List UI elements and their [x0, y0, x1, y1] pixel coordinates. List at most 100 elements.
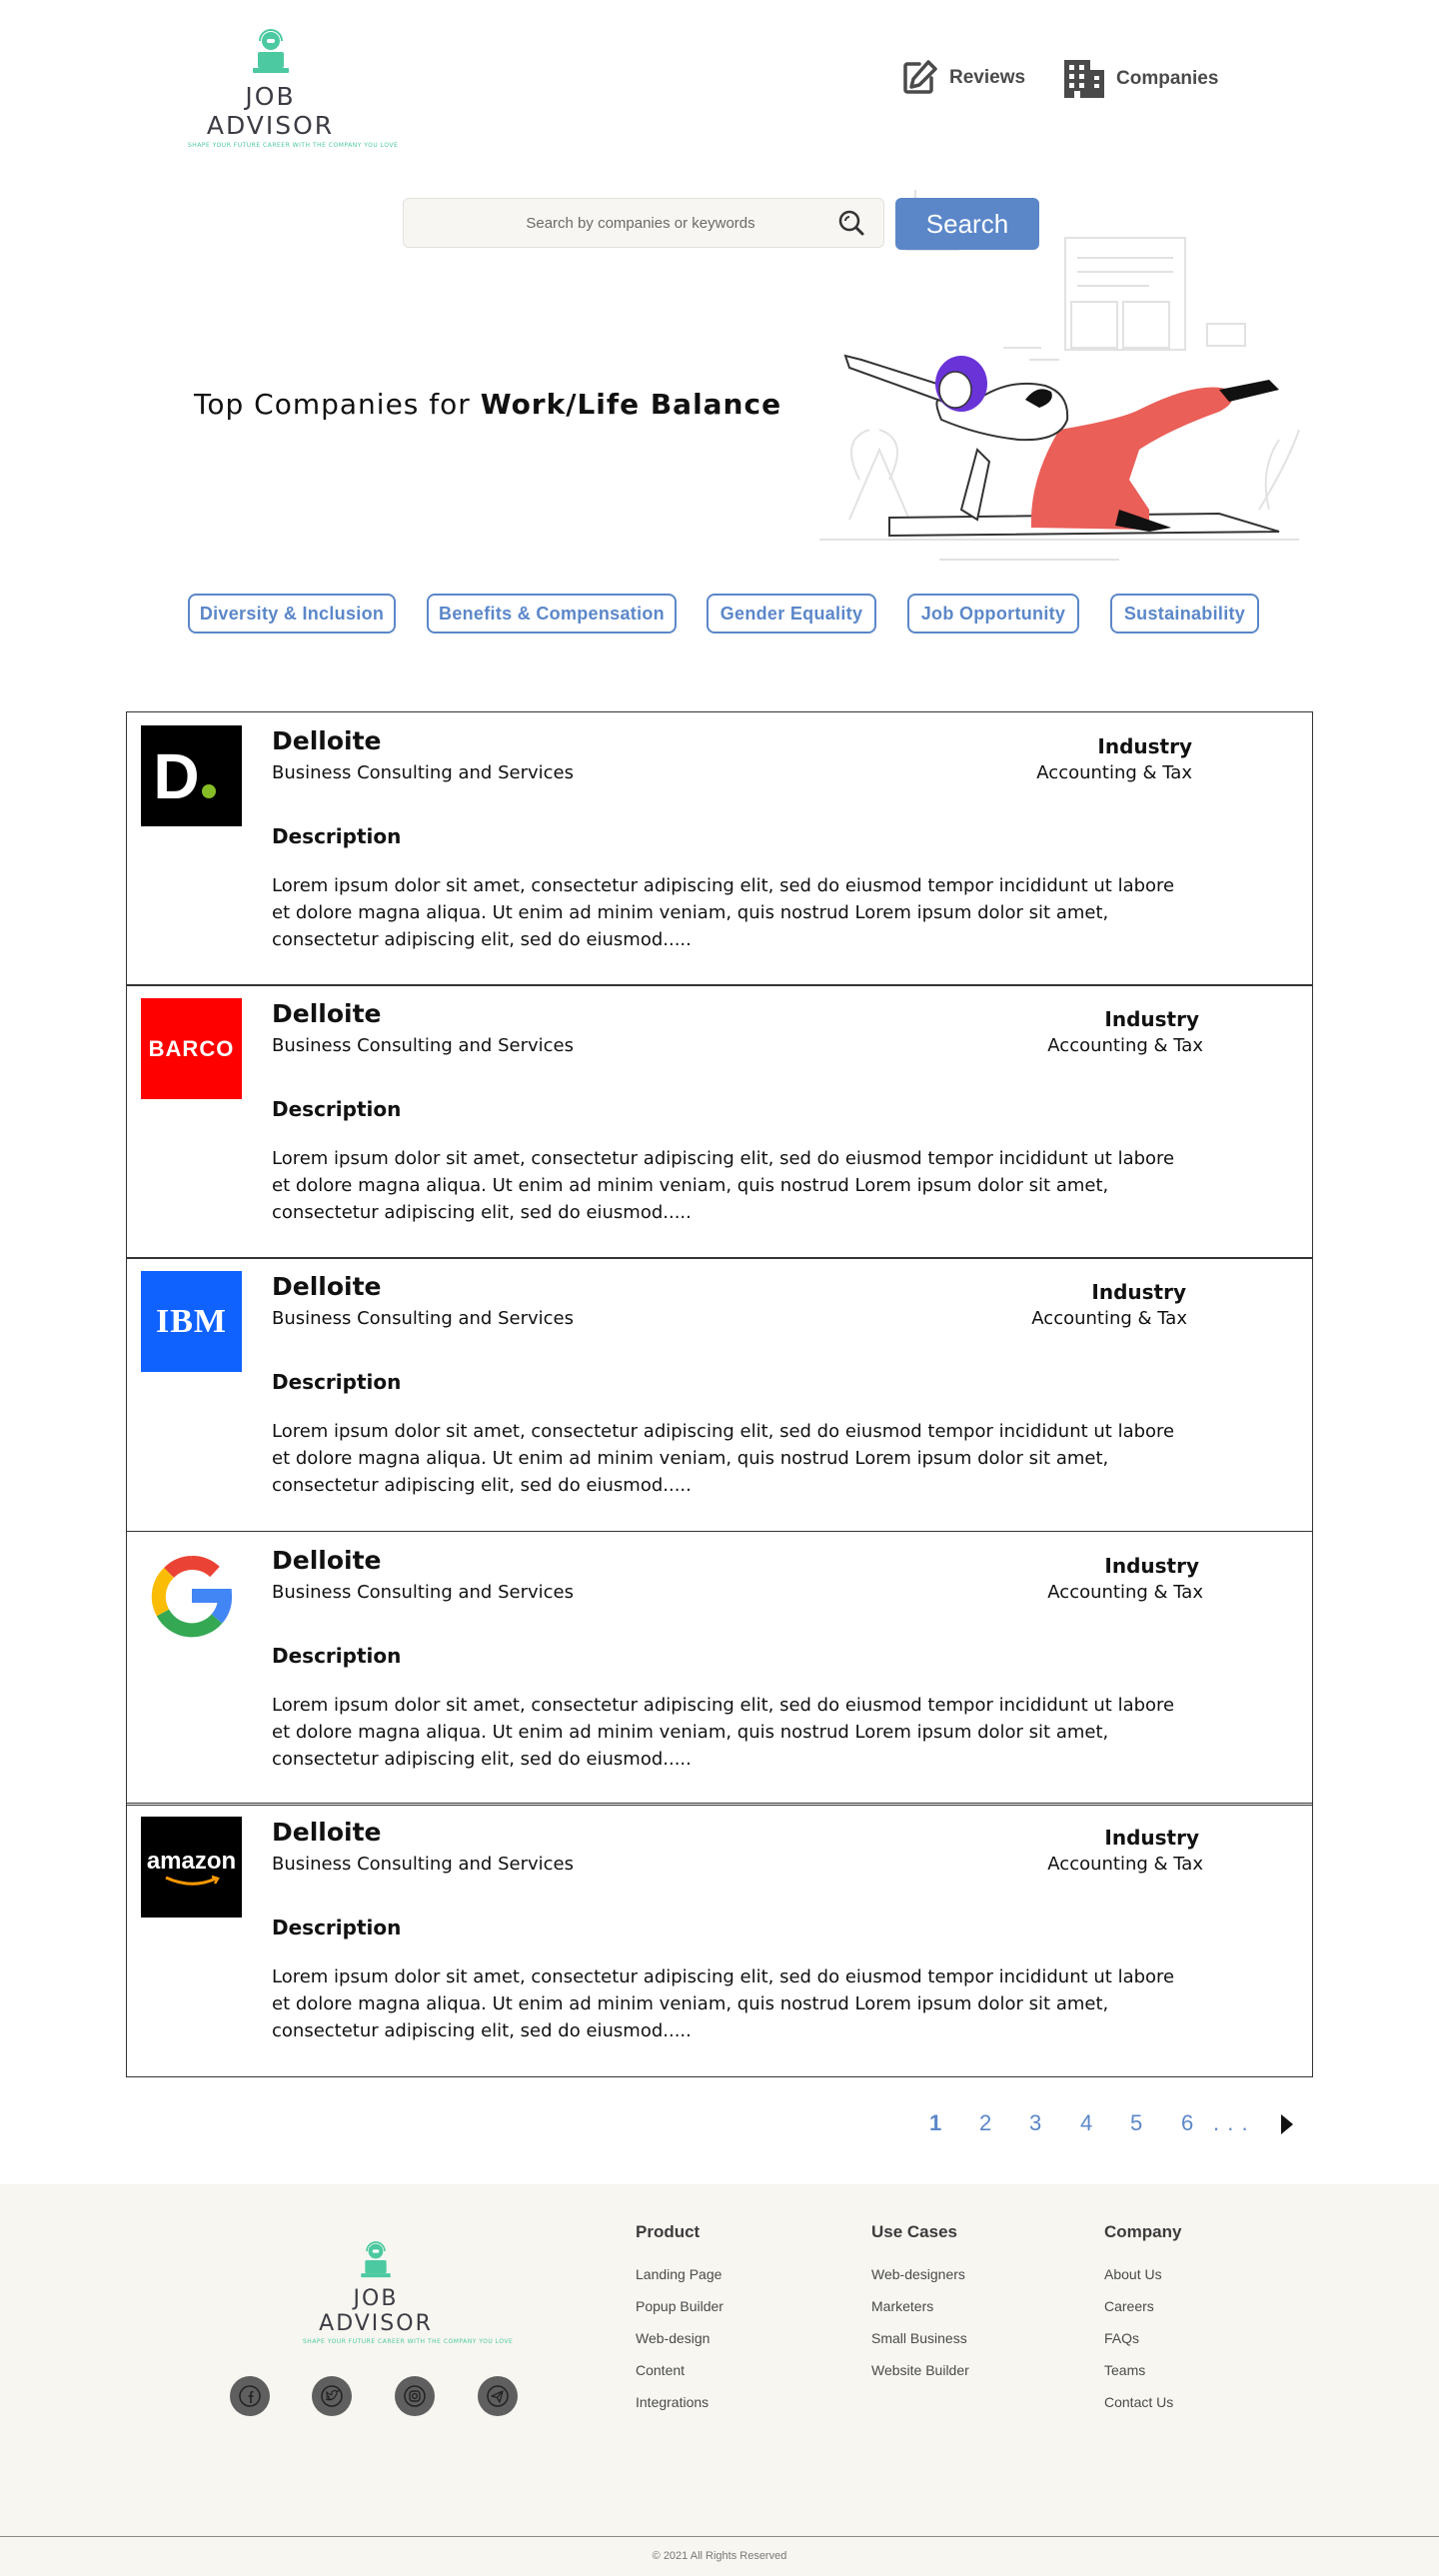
industry-value: Accounting & Tax: [1047, 1035, 1203, 1056]
brand-name: JOB ADVISOR: [206, 82, 335, 140]
brand-logo[interactable]: JOB ADVISOR SHAPE YOUR FUTURE CAREER WIT…: [188, 28, 398, 149]
category-benefits-compensation[interactable]: Benefits & Compensation: [427, 594, 677, 634]
industry-label: Industry: [1097, 734, 1192, 758]
page-4[interactable]: 4: [1080, 2110, 1092, 2136]
hero-title-bold: Work/Life Balance: [480, 388, 782, 421]
footer-brand-logo[interactable]: JOB ADVISOR SHAPE YOUR FUTURE CAREER WIT…: [303, 2240, 514, 2345]
industry-value: Accounting & Tax: [1036, 762, 1192, 783]
footer-column-title: Use Cases: [871, 2222, 958, 2241]
hero-title-prefix: Top Companies for: [194, 388, 481, 421]
ibm-logo: IBM: [141, 1271, 242, 1372]
deloitte-logo: D: [141, 725, 242, 826]
nav-companies[interactable]: Companies: [1062, 58, 1218, 100]
google-logo: G: [141, 1545, 242, 1646]
search-icon[interactable]: [837, 209, 865, 237]
description-text: Lorem ipsum dolor sit amet, consectetur …: [272, 1421, 1175, 1496]
pagination: 1 2 3 4 5 6 . . .: [899, 2110, 1319, 2146]
company-card[interactable]: IBM Delloite Business Consulting and Ser…: [126, 1257, 1313, 1532]
footer-link[interactable]: Web-design: [636, 2330, 723, 2346]
footer-link[interactable]: Content: [636, 2362, 723, 2378]
company-name[interactable]: Delloite: [272, 1546, 382, 1575]
industry-value: Accounting & Tax: [1047, 1854, 1203, 1875]
description-text: Lorem ipsum dolor sit amet, consectetur …: [272, 1695, 1175, 1770]
footer-link[interactable]: Small Business: [871, 2330, 969, 2346]
page-6[interactable]: 6: [1181, 2110, 1193, 2136]
description-text: Lorem ipsum dolor sit amet, consectetur …: [272, 1148, 1175, 1223]
industry-label: Industry: [1104, 1826, 1199, 1850]
company-card[interactable]: amazon Delloite Business Consulting and …: [126, 1803, 1313, 2077]
company-subtitle: Business Consulting and Services: [272, 762, 574, 783]
copyright: © 2021 All Rights Reserved: [652, 2550, 787, 2562]
search-button[interactable]: Search: [895, 198, 1039, 250]
footer: JOB ADVISOR SHAPE YOUR FUTURE CAREER WIT…: [0, 2184, 1439, 2576]
robot-mascot-icon: [252, 29, 289, 73]
category-job-opportunity[interactable]: Job Opportunity: [907, 594, 1079, 634]
footer-link[interactable]: Integrations: [636, 2394, 723, 2410]
company-card[interactable]: G Delloite Business Consulting and Servi…: [126, 1531, 1313, 1806]
footer-link[interactable]: Teams: [1104, 2362, 1181, 2378]
page-3[interactable]: 3: [1029, 2110, 1041, 2136]
footer-link[interactable]: Popup Builder: [636, 2298, 723, 2314]
company-name[interactable]: Delloite: [272, 1818, 382, 1847]
footer-link[interactable]: FAQs: [1104, 2330, 1181, 2346]
page-1[interactable]: 1: [929, 2110, 941, 2136]
footer-link[interactable]: Website Builder: [871, 2362, 969, 2378]
company-subtitle: Business Consulting and Services: [272, 1308, 574, 1329]
footer-column-company: Company About Us Careers FAQs Teams Cont…: [1104, 2222, 1181, 2426]
company-card[interactable]: D Delloite Business Consulting and Servi…: [126, 711, 1313, 986]
company-subtitle: Business Consulting and Services: [272, 1582, 574, 1603]
search-input[interactable]: [404, 199, 837, 247]
building-icon: [1064, 60, 1104, 98]
description-title: Description: [272, 1916, 402, 1939]
instagram-icon[interactable]: [395, 2376, 435, 2416]
company-name[interactable]: Delloite: [272, 999, 382, 1028]
footer-link[interactable]: Contact Us: [1104, 2394, 1181, 2410]
company-name[interactable]: Delloite: [272, 1272, 382, 1301]
facebook-icon[interactable]: [230, 2376, 270, 2416]
nav-reviews-label: Reviews: [949, 67, 1026, 88]
description-text: Lorem ipsum dolor sit amet, consectetur …: [272, 875, 1175, 950]
category-sustainability[interactable]: Sustainability: [1110, 594, 1259, 634]
footer-link[interactable]: About Us: [1104, 2266, 1181, 2282]
amazon-smile-icon: [164, 1875, 220, 1886]
footer-brand-tagline: SHAPE YOUR FUTURE CAREER WITH THE COMPAN…: [303, 2338, 514, 2345]
barco-logo: BARCO: [141, 998, 242, 1099]
industry-value: Accounting & Tax: [1031, 1308, 1187, 1329]
yoga-illustration: [819, 190, 1300, 561]
page-5[interactable]: 5: [1130, 2110, 1142, 2136]
category-gender-equality[interactable]: Gender Equality: [707, 594, 876, 634]
footer-column-title: Company: [1104, 2222, 1182, 2241]
footer-column-title: Product: [636, 2222, 701, 2241]
nav-companies-label: Companies: [1116, 68, 1219, 89]
description-title: Description: [272, 824, 402, 848]
google-g-icon: [151, 1555, 232, 1637]
nav-reviews[interactable]: Reviews: [899, 58, 1025, 98]
twitter-icon[interactable]: [312, 2376, 352, 2416]
page-2[interactable]: 2: [979, 2110, 991, 2136]
play-triangle-icon[interactable]: [1281, 2114, 1293, 2134]
industry-label: Industry: [1104, 1007, 1199, 1031]
footer-link[interactable]: Web-designers: [871, 2266, 969, 2282]
company-name[interactable]: Delloite: [272, 726, 382, 755]
company-subtitle: Business Consulting and Services: [272, 1854, 574, 1875]
company-card[interactable]: BARCO Delloite Business Consulting and S…: [126, 984, 1313, 1259]
robot-mascot-icon: [361, 2241, 391, 2278]
brand-tagline: SHAPE YOUR FUTURE CAREER WITH THE COMPAN…: [188, 142, 399, 149]
industry-label: Industry: [1104, 1554, 1199, 1578]
description-text: Lorem ipsum dolor sit amet, consectetur …: [272, 1966, 1175, 2041]
footer-link[interactable]: Careers: [1104, 2298, 1181, 2314]
company-subtitle: Business Consulting and Services: [272, 1035, 574, 1056]
hero-title: Top Companies for Work/Life Balance: [194, 388, 781, 421]
telegram-icon[interactable]: [478, 2376, 518, 2416]
category-diversity-inclusion[interactable]: Diversity & Inclusion: [188, 594, 396, 634]
industry-label: Industry: [1091, 1280, 1186, 1304]
search-box: [403, 198, 884, 248]
description-title: Description: [272, 1644, 402, 1668]
edit-icon: [903, 60, 937, 94]
industry-value: Accounting & Tax: [1047, 1582, 1203, 1603]
page-ellipsis: . . .: [1213, 2110, 1249, 2135]
footer-link[interactable]: Marketers: [871, 2298, 969, 2314]
footer-link[interactable]: Landing Page: [636, 2266, 723, 2282]
amazon-logo: amazon: [141, 1817, 242, 1918]
footer-brand-name: JOB ADVISOR: [319, 2286, 433, 2336]
